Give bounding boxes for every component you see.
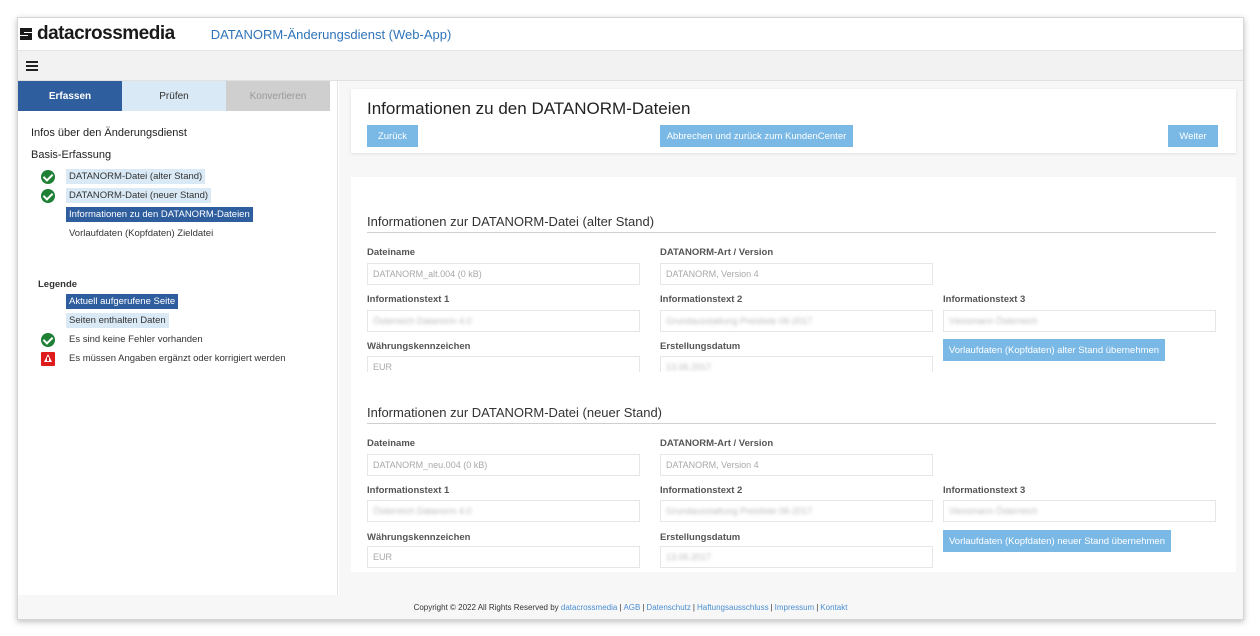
date-field[interactable]: 13.06.2017 xyxy=(660,546,933,568)
app-header: data crossmedia DATANORM-Änderungsdienst … xyxy=(18,18,1243,51)
legend-warning-label: Es müssen Angaben ergänzt oder korrigier… xyxy=(69,353,286,364)
dateiname-field[interactable]: DATANORM_neu.004 (0 kB) xyxy=(367,454,640,476)
legend-current-label: Aktuell aufgerufene Seite xyxy=(66,294,179,309)
footer-link-kontakt[interactable]: Kontakt xyxy=(820,603,847,612)
art-field[interactable]: DATANORM, Version 4 xyxy=(660,263,933,285)
app-title: DATANORM-Änderungsdienst (Web-App) xyxy=(210,26,452,42)
footer-link-datenschutz[interactable]: Datenschutz xyxy=(646,603,690,612)
info3-field[interactable]: Viessmann Österreich xyxy=(943,500,1216,522)
info1-field[interactable]: Österreich Datanorm 4.0 xyxy=(367,310,640,332)
currency-label: Währungskennzeichen xyxy=(367,341,471,352)
logo[interactable]: data crossmedia xyxy=(18,23,175,45)
sidebar-info-link[interactable]: Infos über den Änderungsdienst xyxy=(31,127,337,139)
legend-item: Seiten enthalten Daten xyxy=(38,311,337,330)
info2-value: Grundausstattung Preisliste 06-2017 xyxy=(666,316,813,326)
info2-value: Grundausstattung Preisliste 06-2017 xyxy=(666,506,813,516)
info3-value: Viessmann Österreich xyxy=(949,506,1038,516)
back-button[interactable]: Zurück xyxy=(367,125,418,147)
footer-link-impressum[interactable]: Impressum xyxy=(775,603,815,612)
legend-item: Es müssen Angaben ergänzt oder korrigier… xyxy=(38,349,337,368)
sidebar-step-vorlaufdaten[interactable]: Vorlaufdaten (Kopfdaten) Zieldatei xyxy=(31,224,337,243)
check-icon xyxy=(41,188,55,203)
info3-field[interactable]: Viessmann Österreich xyxy=(943,310,1216,332)
date-label: Erstellungsdatum xyxy=(660,341,741,352)
logo-mark-icon xyxy=(20,28,32,40)
page-title: Informationen zu den DATANORM-Dateien xyxy=(367,99,691,118)
main-content: Informationen zu den DATANORM-Dateien Zu… xyxy=(339,81,1243,595)
info2-field[interactable]: Grundausstattung Preisliste 06-2017 xyxy=(660,310,933,332)
sidebar-step-neuer-stand[interactable]: DATANORM-Datei (neuer Stand) xyxy=(31,186,337,205)
info3-value: Viessmann Österreich xyxy=(949,316,1038,326)
footer-link-datacrossmedia[interactable]: datacrossmedia xyxy=(561,603,617,612)
cancel-button[interactable]: Abbrechen und zurück zum KundenCenter xyxy=(660,125,853,147)
footer: Copyright © 2022 All Rights Reserved by … xyxy=(18,595,1243,619)
workflow-tabs: Erfassen Prüfen Konvertieren xyxy=(18,81,337,111)
info3-label: Informationstext 3 xyxy=(943,294,1026,305)
check-icon xyxy=(41,332,55,347)
footer-link-haftungsausschluss[interactable]: Haftungsausschluss xyxy=(697,603,769,612)
currency-label: Währungskennzeichen xyxy=(367,532,471,543)
next-button[interactable]: Weiter xyxy=(1168,125,1218,147)
date-label: Erstellungsdatum xyxy=(660,532,741,543)
section-heading: Informationen zur DATANORM-Datei (neuer … xyxy=(367,405,663,420)
art-field[interactable]: DATANORM, Version 4 xyxy=(660,454,933,476)
check-icon xyxy=(41,169,55,184)
info2-label: Informationstext 2 xyxy=(660,485,743,496)
legend-item: Es sind keine Fehler vorhanden xyxy=(38,330,337,349)
legend-title: Legende xyxy=(38,279,78,290)
section-neuer-stand: Informationen zur DATANORM-Datei (neuer … xyxy=(351,372,1236,572)
sidebar-step-informationen[interactable]: Informationen zu den DATANORM-Dateien xyxy=(31,205,337,224)
info2-label: Informationstext 2 xyxy=(660,294,743,305)
legend-no-errors-label: Es sind keine Fehler vorhanden xyxy=(69,334,203,345)
info3-label: Informationstext 3 xyxy=(943,485,1026,496)
info1-value: Österreich Datanorm 4.0 xyxy=(373,316,472,326)
dateiname-field[interactable]: DATANORM_alt.004 (0 kB) xyxy=(367,263,640,285)
legend-data-label: Seiten enthalten Daten xyxy=(66,313,169,328)
page-header-card: Informationen zu den DATANORM-Dateien Zu… xyxy=(351,89,1236,153)
toolbar xyxy=(18,51,1243,81)
warning-icon xyxy=(41,351,55,366)
legend-item: Aktuell aufgerufene Seite xyxy=(38,292,337,311)
sidebar-step-label: DATANORM-Datei (neuer Stand) xyxy=(66,188,212,203)
section-heading: Informationen zur DATANORM-Datei (alter … xyxy=(367,214,655,229)
date-value: 13.06.2017 xyxy=(666,552,712,562)
tab-erfassen[interactable]: Erfassen xyxy=(18,81,122,111)
sidebar: Erfassen Prüfen Konvertieren Infos über … xyxy=(18,81,338,595)
dateiname-label: Dateiname xyxy=(367,247,416,258)
art-label: DATANORM-Art / Version xyxy=(660,247,774,258)
dateiname-label: Dateiname xyxy=(367,438,416,449)
tab-konvertieren: Konvertieren xyxy=(226,81,330,111)
sidebar-step-label: Vorlaufdaten (Kopfdaten) Zieldatei xyxy=(69,228,214,239)
info1-value: Österreich Datanorm 4.0 xyxy=(373,506,472,516)
sidebar-step-alter-stand[interactable]: DATANORM-Datei (alter Stand) xyxy=(31,167,337,186)
hamburger-icon[interactable] xyxy=(26,60,38,71)
currency-field[interactable]: EUR xyxy=(367,546,640,568)
apply-new-header-button[interactable]: Vorlaufdaten (Kopfdaten) neuer Stand übe… xyxy=(943,530,1171,552)
sidebar-step-label: Informationen zu den DATANORM-Dateien xyxy=(66,207,253,222)
art-label: DATANORM-Art / Version xyxy=(660,438,774,449)
info1-field[interactable]: Österreich Datanorm 4.0 xyxy=(367,500,640,522)
legend: Legende Aktuell aufgerufene Seite Seiten… xyxy=(31,279,337,368)
logo-text-data: data xyxy=(37,23,75,44)
app-window: data crossmedia DATANORM-Änderungsdienst … xyxy=(17,17,1244,620)
info2-field[interactable]: Grundausstattung Preisliste 06-2017 xyxy=(660,500,933,522)
info1-label: Informationstext 1 xyxy=(367,485,450,496)
tab-pruefen[interactable]: Prüfen xyxy=(122,81,226,111)
footer-link-agb[interactable]: AGB xyxy=(623,603,640,612)
copyright-text: Copyright © 2022 All Rights Reserved by xyxy=(413,602,559,612)
info1-label: Informationstext 1 xyxy=(367,294,450,305)
date-value: 13.06.2017 xyxy=(666,362,712,372)
logo-text-crossmedia: crossmedia xyxy=(74,23,175,44)
sidebar-basis-heading: Basis-Erfassung xyxy=(31,149,112,161)
sidebar-step-label: DATANORM-Datei (alter Stand) xyxy=(66,169,206,184)
apply-old-header-button[interactable]: Vorlaufdaten (Kopfdaten) alter Stand übe… xyxy=(943,339,1165,361)
section-alter-stand: Informationen zur DATANORM-Datei (alter … xyxy=(351,177,1236,378)
